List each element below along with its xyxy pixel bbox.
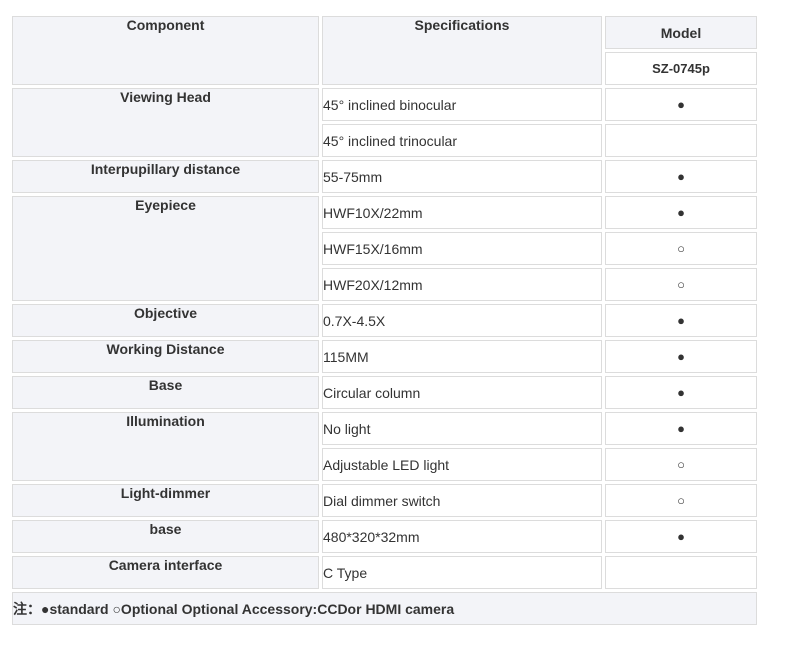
spec-table: Component Specifications Model SZ-0745p … bbox=[9, 13, 760, 628]
spec-value: Adjustable LED light bbox=[322, 448, 602, 481]
availability-mark: ● bbox=[605, 376, 757, 409]
row-label: Working Distance bbox=[12, 340, 319, 373]
availability-mark: ● bbox=[605, 160, 757, 193]
availability-mark: ○ bbox=[605, 268, 757, 301]
availability-mark bbox=[605, 556, 757, 589]
row-label: Base bbox=[12, 376, 319, 409]
table-row: Base Circular column ● bbox=[12, 376, 757, 409]
table-row: Interpupillary distance 55-75mm ● bbox=[12, 160, 757, 193]
table-note: 注：●standard ○Optional Optional Accessory… bbox=[12, 592, 757, 625]
row-label: base bbox=[12, 520, 319, 553]
table-row: Illumination No light ● bbox=[12, 412, 757, 481]
availability-mark: ● bbox=[605, 412, 757, 445]
spec-value: HWF15X/16mm bbox=[322, 232, 602, 265]
spec-value: No light bbox=[322, 412, 602, 445]
row-label: Interpupillary distance bbox=[12, 160, 319, 193]
availability-mark: ○ bbox=[605, 484, 757, 517]
model-name: SZ-0745p bbox=[605, 52, 757, 85]
spec-value: Circular column bbox=[322, 376, 602, 409]
spec-value: 45° inclined binocular bbox=[322, 88, 602, 121]
table-row: Camera interface C Type bbox=[12, 556, 757, 589]
row-label: Objective bbox=[12, 304, 319, 337]
row-label: Eyepiece bbox=[12, 196, 319, 301]
table-header-row: Component Specifications Model bbox=[12, 16, 757, 85]
table-row: Light-dimmer Dial dimmer switch ○ bbox=[12, 484, 757, 517]
table-row: Working Distance 115MM ● bbox=[12, 340, 757, 373]
spec-value: 45° inclined trinocular bbox=[322, 124, 602, 157]
header-specifications: Specifications bbox=[322, 16, 602, 85]
availability-mark bbox=[605, 124, 757, 157]
row-label: Viewing Head bbox=[12, 88, 319, 157]
row-label: Light-dimmer bbox=[12, 484, 319, 517]
availability-mark: ● bbox=[605, 304, 757, 337]
availability-mark: ○ bbox=[605, 232, 757, 265]
spec-value: HWF20X/12mm bbox=[322, 268, 602, 301]
table-row: Eyepiece HWF10X/22mm ● bbox=[12, 196, 757, 301]
row-label: Camera interface bbox=[12, 556, 319, 589]
spec-value: Dial dimmer switch bbox=[322, 484, 602, 517]
availability-mark: ● bbox=[605, 196, 757, 229]
availability-mark: ● bbox=[605, 340, 757, 373]
spec-value: HWF10X/22mm bbox=[322, 196, 602, 229]
spec-value: 0.7X-4.5X bbox=[322, 304, 602, 337]
header-component: Component bbox=[12, 16, 319, 85]
availability-mark: ● bbox=[605, 88, 757, 121]
header-model: Model bbox=[605, 16, 757, 49]
spec-value: 480*320*32mm bbox=[322, 520, 602, 553]
spec-value: 55-75mm bbox=[322, 160, 602, 193]
table-row: Objective 0.7X-4.5X ● bbox=[12, 304, 757, 337]
table-row: Viewing Head 45° inclined binocular ● bbox=[12, 88, 757, 157]
availability-mark: ● bbox=[605, 520, 757, 553]
table-note-row: 注：●standard ○Optional Optional Accessory… bbox=[12, 592, 757, 625]
table-row: base 480*320*32mm ● bbox=[12, 520, 757, 553]
spec-value: 115MM bbox=[322, 340, 602, 373]
spec-value: C Type bbox=[322, 556, 602, 589]
availability-mark: ○ bbox=[605, 448, 757, 481]
row-label: Illumination bbox=[12, 412, 319, 481]
